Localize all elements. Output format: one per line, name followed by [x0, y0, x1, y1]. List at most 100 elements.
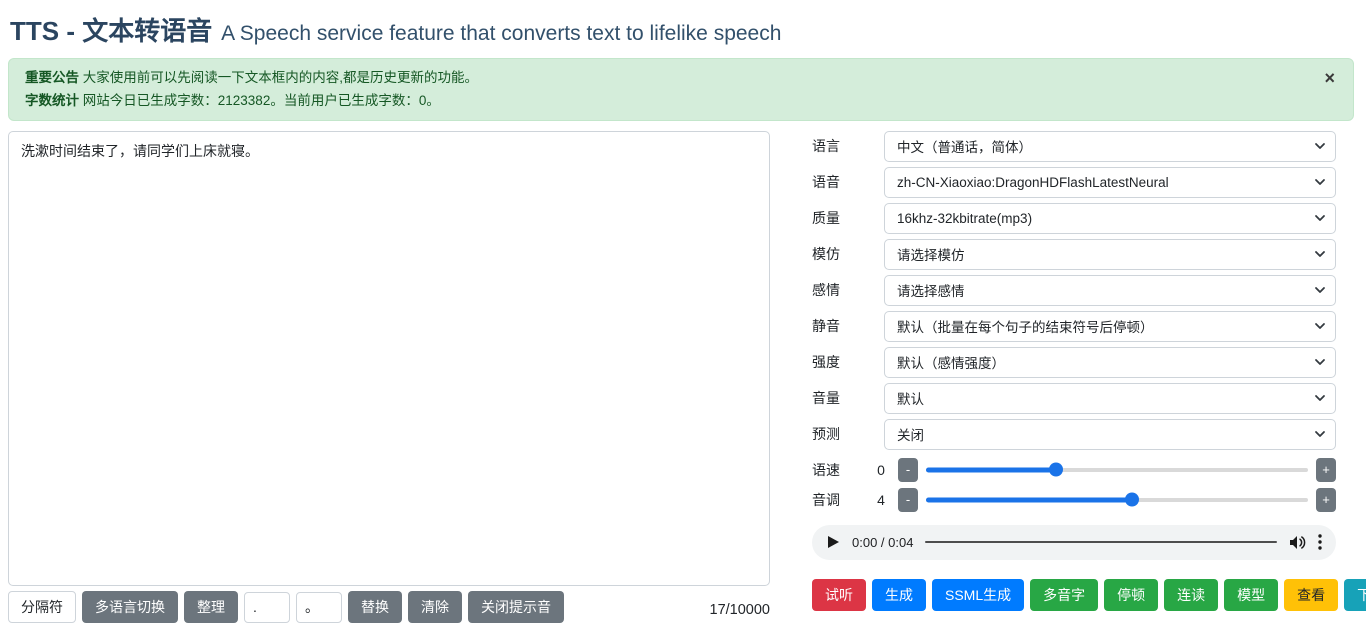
notice-banner: 重要公告 大家使用前可以先阅读一下文本框内的内容,都是历史更新的功能。 字数统计…: [8, 58, 1354, 121]
form-row-language: 语言 中文（普通话，简体）: [812, 131, 1336, 162]
form-row-volume: 音量 默认: [812, 383, 1336, 414]
audio-seek-bar[interactable]: [925, 541, 1277, 543]
download-button[interactable]: 下载: [1344, 579, 1366, 611]
page-title-zh: TTS - 文本转语音: [10, 16, 212, 46]
audio-player: 0:00 / 0:04: [812, 525, 1336, 560]
chevron-down-icon: [1314, 284, 1326, 296]
emotion-label: 感情: [812, 280, 884, 300]
chevron-down-icon: [1314, 140, 1326, 152]
model-button[interactable]: 模型: [1224, 579, 1278, 611]
view-button[interactable]: 查看: [1284, 579, 1338, 611]
chevron-down-icon: [1314, 212, 1326, 224]
settings-panel: 语言 中文（普通话，简体） 语音 zh-CN-Xiaoxiao:DragonHD…: [812, 131, 1336, 623]
pause-button[interactable]: 停顿: [1104, 579, 1158, 611]
pitch-decrease-button[interactable]: -: [898, 488, 918, 512]
pitch-label: 音调: [812, 490, 872, 510]
quality-label: 质量: [812, 208, 884, 228]
volume-icon[interactable]: [1289, 535, 1306, 550]
voice-label: 语音: [812, 172, 884, 192]
generate-button[interactable]: 生成: [872, 579, 926, 611]
form-row-voice: 语音 zh-CN-Xiaoxiao:DragonHDFlashLatestNeu…: [812, 167, 1336, 198]
pitch-value: 4: [872, 492, 890, 508]
speed-increase-button[interactable]: +: [1316, 458, 1336, 482]
pitch-slider-thumb[interactable]: [1125, 493, 1139, 507]
preview-button[interactable]: 试听: [812, 579, 866, 611]
pitch-slider[interactable]: [926, 493, 1308, 507]
tidy-button[interactable]: 整理: [184, 591, 238, 623]
chevron-down-icon: [1314, 428, 1326, 440]
silence-select[interactable]: 默认（批量在每个句子的结束符号后停顿）: [884, 311, 1336, 342]
silence-label: 静音: [812, 316, 884, 336]
replace-char-input[interactable]: [296, 592, 342, 623]
form-row-emotion: 感情 请选择感情: [812, 275, 1336, 306]
form-row-intensity: 强度 默认（感情强度）: [812, 347, 1336, 378]
intensity-select[interactable]: 默认（感情强度）: [884, 347, 1336, 378]
chevron-down-icon: [1314, 248, 1326, 260]
volume-select-value: 默认: [897, 388, 924, 408]
silence-select-value: 默认（批量在每个句子的结束符号后停顿）: [897, 316, 1154, 336]
mimic-select-value: 请选择模仿: [897, 244, 965, 264]
kebab-menu-icon[interactable]: [1318, 534, 1322, 550]
ssml-generate-button[interactable]: SSML生成: [932, 579, 1024, 611]
char-counter: 17/10000: [710, 596, 770, 618]
main-content: 洗漱时间结束了，请同学们上床就寝。 分隔符 多语言切换 整理 替换 清除 关闭提…: [8, 131, 1354, 623]
emotion-select[interactable]: 请选择感情: [884, 275, 1336, 306]
form-row-mimic: 模仿 请选择模仿: [812, 239, 1336, 270]
speed-label: 语速: [812, 460, 872, 480]
speed-slider-fill: [926, 467, 1056, 472]
close-icon[interactable]: ×: [1320, 65, 1339, 91]
form-row-silence: 静音 默认（批量在每个句子的结束符号后停顿）: [812, 311, 1336, 342]
editor-panel: 洗漱时间结束了，请同学们上床就寝。 分隔符 多语言切换 整理 替换 清除 关闭提…: [8, 131, 770, 623]
speed-slider[interactable]: [926, 463, 1308, 477]
volume-select[interactable]: 默认: [884, 383, 1336, 414]
language-label: 语言: [812, 136, 884, 156]
chevron-down-icon: [1314, 176, 1326, 188]
quality-select-value: 16khz-32kbitrate(mp3): [897, 211, 1032, 226]
notice-line1-text: 大家使用前可以先阅读一下文本框内的内容,都是历史更新的功能。: [83, 70, 478, 85]
chevron-down-icon: [1314, 320, 1326, 332]
pitch-slider-fill: [926, 497, 1132, 502]
speed-value: 0: [872, 462, 890, 478]
audio-time: 0:00 / 0:04: [852, 535, 913, 550]
chevron-down-icon: [1314, 356, 1326, 368]
notice-line2-label: 字数统计: [25, 93, 79, 108]
quality-select[interactable]: 16khz-32kbitrate(mp3): [884, 203, 1336, 234]
replace-button[interactable]: 替换: [348, 591, 402, 623]
liaison-button[interactable]: 连读: [1164, 579, 1218, 611]
page-title: TTS - 文本转语音 A Speech service feature tha…: [10, 10, 1354, 48]
predict-select[interactable]: 关闭: [884, 419, 1336, 450]
voice-select[interactable]: zh-CN-Xiaoxiao:DragonHDFlashLatestNeural: [884, 167, 1336, 198]
notice-line-announcement: 重要公告 大家使用前可以先阅读一下文本框内的内容,都是历史更新的功能。: [25, 67, 1313, 89]
form-row-quality: 质量 16khz-32kbitrate(mp3): [812, 203, 1336, 234]
intensity-select-value: 默认（感情强度）: [897, 352, 1005, 372]
predict-select-value: 关闭: [897, 424, 924, 444]
mimic-label: 模仿: [812, 244, 884, 264]
text-input[interactable]: 洗漱时间结束了，请同学们上床就寝。: [8, 131, 770, 586]
polyphone-button[interactable]: 多音字: [1030, 579, 1098, 611]
notice-line-stats: 字数统计 网站今日已生成字数：2123382。当前用户已生成字数：0。: [25, 90, 1313, 112]
language-select[interactable]: 中文（普通话，简体）: [884, 131, 1336, 162]
separator-button[interactable]: 分隔符: [8, 591, 76, 623]
volume-label: 音量: [812, 388, 884, 408]
action-buttons: 试听 生成 SSML生成 多音字 停顿 连读 模型 查看 下载: [812, 579, 1336, 611]
mimic-select[interactable]: 请选择模仿: [884, 239, 1336, 270]
notice-line1-label: 重要公告: [25, 70, 79, 85]
clear-button[interactable]: 清除: [408, 591, 462, 623]
mute-prompt-button[interactable]: 关闭提示音: [468, 591, 564, 623]
play-icon[interactable]: [826, 535, 840, 549]
form-row-predict: 预测 关闭: [812, 419, 1336, 450]
speed-slider-row: 语速 0 - +: [812, 455, 1336, 485]
notice-line2-text: 网站今日已生成字数：2123382。当前用户已生成字数：0。: [83, 93, 440, 108]
speed-slider-thumb[interactable]: [1049, 463, 1063, 477]
find-char-input[interactable]: [244, 592, 290, 623]
predict-label: 预测: [812, 424, 884, 444]
chevron-down-icon: [1314, 392, 1326, 404]
language-select-value: 中文（普通话，简体）: [897, 136, 1032, 156]
multilang-switch-button[interactable]: 多语言切换: [82, 591, 178, 623]
editor-toolbar: 分隔符 多语言切换 整理 替换 清除 关闭提示音 17/10000: [8, 591, 770, 623]
voice-select-value: zh-CN-Xiaoxiao:DragonHDFlashLatestNeural: [897, 175, 1169, 190]
pitch-slider-row: 音调 4 - +: [812, 485, 1336, 515]
emotion-select-value: 请选择感情: [897, 280, 965, 300]
speed-decrease-button[interactable]: -: [898, 458, 918, 482]
pitch-increase-button[interactable]: +: [1316, 488, 1336, 512]
